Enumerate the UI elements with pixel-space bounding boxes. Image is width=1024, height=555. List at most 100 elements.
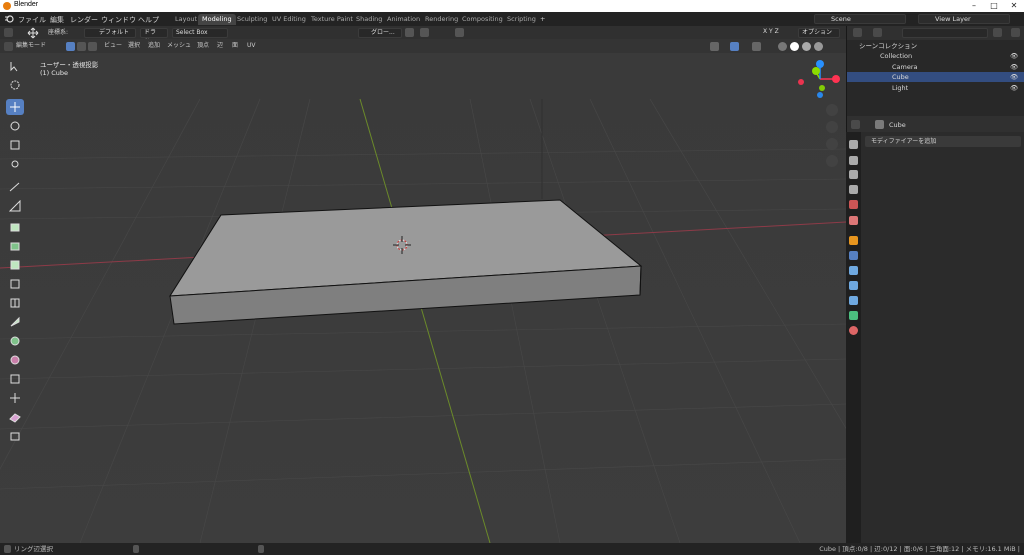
data-tab-icon[interactable]: [849, 311, 858, 320]
close-button[interactable]: ✕: [1004, 0, 1024, 12]
axis-x[interactable]: X: [763, 28, 767, 35]
smooth-tool-icon[interactable]: [6, 371, 24, 387]
loop-cut-tool-icon[interactable]: [6, 295, 24, 311]
material-tab-icon[interactable]: [849, 326, 858, 335]
outliner-row-light[interactable]: Light 👁: [847, 83, 1024, 93]
eye-icon[interactable]: 👁: [1010, 51, 1018, 61]
poly-build-tool-icon[interactable]: [6, 333, 24, 349]
menu-help[interactable]: ヘルプ: [138, 15, 159, 25]
menu-view[interactable]: ビュー: [104, 41, 122, 50]
camera-view-icon[interactable]: [826, 138, 838, 150]
proportional-edit-icon[interactable]: [455, 28, 464, 37]
options-dropdown[interactable]: オプション: [798, 28, 840, 38]
rip-tool-icon[interactable]: [6, 428, 24, 444]
scale-tool-icon[interactable]: [6, 137, 24, 153]
scene-collection-row[interactable]: シーンコレクション: [847, 41, 1024, 51]
eye-icon[interactable]: 👁: [1010, 83, 1018, 93]
maximize-button[interactable]: □: [984, 0, 1004, 12]
output-tab-icon[interactable]: [849, 170, 858, 179]
properties-editor-icon[interactable]: [851, 120, 860, 129]
scene-tab-icon[interactable]: [849, 200, 858, 209]
snap-target-icon[interactable]: [420, 28, 429, 37]
move-tool-button[interactable]: [6, 99, 24, 115]
extrude-tool-icon[interactable]: [6, 238, 24, 254]
world-tab-icon[interactable]: [849, 216, 858, 225]
particles-tab-icon[interactable]: [849, 266, 858, 275]
eye-icon[interactable]: 👁: [1010, 72, 1018, 82]
physics-tab-icon[interactable]: [849, 281, 858, 290]
knife-tool-icon[interactable]: [6, 314, 24, 330]
filter-icon[interactable]: [993, 28, 1002, 37]
menu-render[interactable]: レンダー: [70, 15, 98, 25]
visibility-icon[interactable]: [710, 42, 719, 51]
vertex-select-icon[interactable]: [66, 42, 75, 51]
shrink-fatten-tool-icon[interactable]: [6, 409, 24, 425]
3d-viewport[interactable]: 編集モード ビュー 選択 追加 メッシュ 頂点 辺 面 UV ユーザー・透視投影…: [0, 39, 846, 543]
menu-uv[interactable]: UV: [247, 41, 256, 50]
inset-tool-icon[interactable]: [6, 257, 24, 273]
render-tab-icon[interactable]: [849, 156, 858, 165]
add-modifier-dropdown[interactable]: モディファイアーを追加: [865, 136, 1021, 147]
tool-tab-icon[interactable]: [849, 140, 858, 149]
orientation-dropdown[interactable]: デフォルト: [84, 28, 136, 38]
tab-sculpting[interactable]: Sculpting: [233, 14, 271, 25]
outliner-row-collection[interactable]: Collection 👁: [847, 51, 1024, 61]
modifier-tab-icon[interactable]: [849, 251, 858, 260]
menu-add[interactable]: 追加: [148, 41, 160, 50]
tab-layout[interactable]: Layout: [171, 14, 201, 25]
overlay-toggle-icon[interactable]: [752, 42, 761, 51]
tab-animation[interactable]: Animation: [383, 14, 424, 25]
view-layer-selector[interactable]: View Layer: [918, 14, 1010, 24]
scene-selector[interactable]: Scene: [814, 14, 906, 24]
outliner-editor-icon[interactable]: [853, 28, 862, 37]
wireframe-shading-icon[interactable]: [778, 42, 787, 51]
tab-modeling[interactable]: Modeling: [198, 14, 236, 25]
menu-edge[interactable]: 辺: [217, 41, 223, 50]
face-select-icon[interactable]: [88, 42, 97, 51]
constraints-tab-icon[interactable]: [849, 296, 858, 305]
minimize-button[interactable]: –: [964, 0, 984, 12]
tab-scripting[interactable]: Scripting: [503, 14, 540, 25]
tab-uv-editing[interactable]: UV Editing: [268, 14, 310, 25]
zoom-icon[interactable]: [826, 104, 838, 116]
drag-dropdown[interactable]: ドラッ..: [140, 28, 168, 44]
measure-tool-icon[interactable]: [6, 198, 24, 214]
axis-z[interactable]: Z: [775, 28, 779, 35]
spin-tool-icon[interactable]: [6, 352, 24, 368]
pan-hand-icon[interactable]: [826, 121, 838, 133]
material-shading-icon[interactable]: [802, 42, 811, 51]
menu-edit[interactable]: 編集: [50, 15, 64, 25]
rendered-shading-icon[interactable]: [814, 42, 823, 51]
gizmo-toggle-icon[interactable]: [730, 42, 739, 51]
editor-type-icon[interactable]: [4, 28, 13, 37]
eye-icon[interactable]: 👁: [1010, 62, 1018, 72]
axis-y[interactable]: Y: [769, 28, 773, 35]
menu-window[interactable]: ウィンドウ: [101, 15, 136, 25]
tab-texture-paint[interactable]: Texture Paint: [307, 14, 357, 25]
annotate-tool-icon[interactable]: [6, 179, 24, 195]
menu-vertex[interactable]: 頂点: [197, 41, 209, 50]
new-collection-icon[interactable]: [1011, 28, 1020, 37]
menu-mesh[interactable]: メッシュ: [167, 41, 191, 50]
add-workspace-button[interactable]: +: [536, 14, 549, 25]
snap-icon[interactable]: [405, 28, 414, 37]
cursor-tool-icon[interactable]: [6, 77, 24, 93]
mode-dropdown[interactable]: 編集モード: [16, 41, 46, 50]
bevel-tool-icon[interactable]: [6, 276, 24, 292]
menu-face[interactable]: 面: [232, 41, 238, 50]
rotate-tool-icon[interactable]: [6, 118, 24, 134]
edge-slide-tool-icon[interactable]: [6, 390, 24, 406]
add-cube-tool-icon[interactable]: [6, 219, 24, 235]
transform-tool-icon[interactable]: [6, 156, 24, 172]
tab-rendering[interactable]: Rendering: [421, 14, 462, 25]
blender-menu-icon[interactable]: [4, 15, 14, 23]
tab-shading[interactable]: Shading: [352, 14, 386, 25]
tab-compositing[interactable]: Compositing: [458, 14, 507, 25]
display-mode-icon[interactable]: [873, 28, 882, 37]
pivot-dropdown[interactable]: グロー...: [358, 28, 402, 38]
object-tab-icon[interactable]: [849, 236, 858, 245]
tweak-tool-icon[interactable]: [6, 58, 24, 74]
outliner-search-input[interactable]: [902, 28, 988, 38]
outliner-row-camera[interactable]: Camera 👁: [847, 62, 1024, 72]
view-layer-tab-icon[interactable]: [849, 185, 858, 194]
